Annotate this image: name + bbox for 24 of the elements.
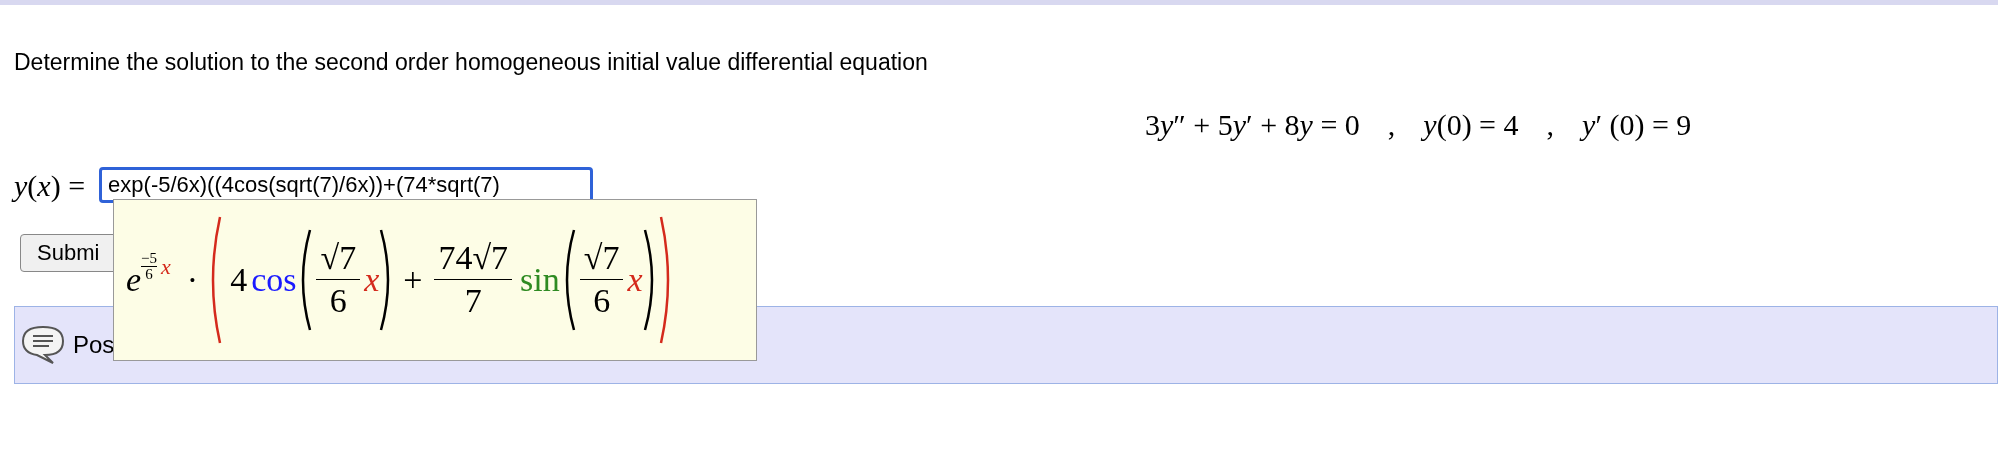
fraction-denominator: 6 (593, 281, 611, 318)
fraction-numerator: √7 (316, 241, 361, 280)
math-base: e (126, 260, 142, 300)
math-operator: + (403, 260, 423, 300)
equation-separator: , (1546, 106, 1555, 143)
math-variable: x (627, 260, 643, 300)
fraction-denominator: 7 (464, 281, 482, 318)
math-coefficient: 4 (230, 260, 248, 300)
math-operator: · (186, 260, 199, 300)
question-prompt: Determine the solution to the second order homogeneous initial value differential equation (14, 48, 929, 77)
equation-text: 3y″ + 5y′ + 8y = 0 (1145, 106, 1360, 143)
fraction-numerator: −5 (141, 251, 158, 267)
math-variable: x (364, 260, 380, 300)
post-discussion-link[interactable]: Pos (73, 326, 115, 363)
math-variable: x (161, 253, 171, 281)
answer-field[interactable]: exp(-5/6x)((4cos(sqrt(7)/6x))+(74*sqrt(7) (99, 167, 594, 203)
math-function: sin (520, 260, 560, 300)
fraction-numerator: √7 (579, 241, 624, 280)
fraction-denominator: 6 (145, 267, 153, 282)
equation-text: y(0) = 4 (1423, 106, 1519, 143)
equation-separator: , (1387, 106, 1396, 143)
math-function: cos (251, 260, 297, 300)
fraction-numerator: 74√7 (434, 241, 513, 280)
fraction-denominator: 6 (329, 281, 347, 318)
